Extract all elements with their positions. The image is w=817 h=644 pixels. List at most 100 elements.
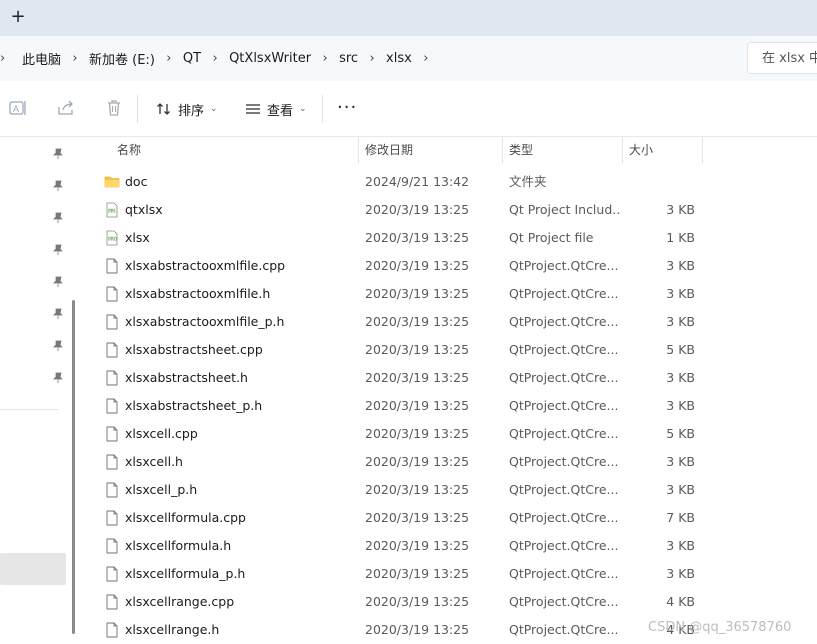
nav-divider [0, 409, 58, 410]
breadcrumb-item-qt[interactable]: QT [183, 51, 201, 66]
breadcrumb-separator[interactable]: › [61, 51, 89, 66]
file-date: 2020/3/19 13:25 [365, 594, 470, 609]
pin-icon[interactable] [52, 148, 64, 160]
breadcrumb-item-volume-e[interactable]: 新加卷 (E:) [89, 49, 155, 68]
pro-file-icon: PRO [104, 230, 120, 246]
new-tab-button[interactable]: + [8, 6, 28, 28]
pin-icon[interactable] [52, 180, 64, 192]
file-date: 2020/3/19 13:25 [365, 454, 470, 469]
column-divider[interactable] [502, 137, 503, 163]
file-type: QtProject.QtCre... [509, 482, 619, 497]
file-size: 3 KB [666, 482, 695, 497]
search-input[interactable]: 在 xlsx 中 [747, 42, 817, 74]
view-button[interactable]: 查看 ⌄ [245, 97, 307, 121]
pin-icon[interactable] [52, 372, 64, 384]
pin-icon[interactable] [52, 244, 64, 256]
view-label: 查看 [267, 103, 294, 119]
sort-button[interactable]: 排序 ⌄ [156, 97, 218, 121]
file-row[interactable]: xlsxabstractsheet.cpp 2020/3/19 13:25 QtPr… [84, 336, 817, 364]
pin-icon[interactable] [52, 212, 64, 224]
file-row[interactable]: xlsxcell.h 2020/3/19 13:25 QtProject.QtCre… [84, 448, 817, 476]
pin-icon[interactable] [52, 276, 64, 288]
rename-icon[interactable]: A [8, 98, 28, 118]
file-name: xlsxcellrange.cpp [125, 594, 235, 609]
file-name: xlsxcellformula_p.h [125, 566, 246, 581]
file-row[interactable]: xlsxcellformula.h 2020/3/19 13:25 QtProjec… [84, 532, 817, 560]
delete-icon[interactable] [104, 98, 124, 118]
file-list: ^ 名称 修改日期 类型 大小 doc 2024/9/21 13:42 文件夹 PRI… [84, 137, 817, 644]
file-type: QtProject.QtCre... [509, 370, 619, 385]
file-type: QtProject.QtCre... [509, 398, 619, 413]
file-type: QtProject.QtCre... [509, 538, 619, 553]
generic-file-icon [104, 566, 120, 582]
file-date: 2020/3/19 13:25 [365, 398, 470, 413]
share-icon[interactable] [56, 98, 76, 118]
pin-icon[interactable] [52, 308, 64, 320]
column-divider[interactable] [358, 137, 359, 163]
generic-file-icon [104, 510, 120, 526]
chevron-down-icon: ⌄ [210, 104, 218, 114]
file-size: 7 KB [666, 510, 695, 525]
breadcrumb-item-qtxlsxwriter[interactable]: QtXlsxWriter [229, 51, 311, 66]
column-divider[interactable] [702, 137, 703, 163]
file-date: 2020/3/19 13:25 [365, 314, 470, 329]
file-row[interactable]: xlsxcellrange.cpp 2020/3/19 13:25 QtProjec… [84, 588, 817, 616]
generic-file-icon [104, 258, 120, 274]
file-row[interactable]: xlsxcellformula.cpp 2020/3/19 13:25 QtProj… [84, 504, 817, 532]
command-bar: A 排序 ⌄ 查看 ⌄ ··· [0, 81, 817, 137]
sort-label: 排序 [178, 103, 205, 119]
file-name: xlsxcellformula.cpp [125, 510, 246, 525]
column-header-row: ^ 名称 修改日期 类型 大小 [84, 137, 817, 163]
svg-text:PRO: PRO [108, 236, 117, 241]
generic-file-icon [104, 622, 120, 638]
more-options-button[interactable]: ··· [337, 99, 357, 117]
column-header-date[interactable]: 修改日期 [365, 137, 413, 163]
file-row[interactable]: xlsxabstractooxmlfile.h 2020/3/19 13:25 Qt… [84, 280, 817, 308]
generic-file-icon [104, 398, 120, 414]
file-type: QtProject.QtCre... [509, 566, 619, 581]
file-row[interactable]: doc 2024/9/21 13:42 文件夹 [84, 168, 817, 196]
file-name: xlsxabstractsheet_p.h [125, 398, 263, 413]
file-row[interactable]: xlsxcell_p.h 2020/3/19 13:25 QtProject.QtC… [84, 476, 817, 504]
column-header-name[interactable]: 名称 [117, 137, 141, 163]
breadcrumb-separator[interactable]: › [201, 51, 229, 66]
file-row[interactable]: xlsxcell.cpp 2020/3/19 13:25 QtProject.QtC… [84, 420, 817, 448]
file-row[interactable]: xlsxabstractooxmlfile_p.h 2020/3/19 13:25… [84, 308, 817, 336]
generic-file-icon [104, 342, 120, 358]
file-name: xlsxabstractsheet.h [125, 370, 248, 385]
address-bar: › 此电脑 › 新加卷 (E:) › QT › QtXlsxWriter › s… [0, 36, 817, 81]
file-row[interactable]: PRO xlsx 2020/3/19 13:25 Qt Project file 1 K… [84, 224, 817, 252]
breadcrumb-separator: › [0, 51, 6, 66]
generic-file-icon [104, 482, 120, 498]
file-row[interactable]: xlsxabstractsheet_p.h 2020/3/19 13:25 QtPr… [84, 392, 817, 420]
file-name: xlsxcell.h [125, 454, 183, 469]
file-name: xlsxabstractooxmlfile.cpp [125, 258, 286, 273]
column-header-size[interactable]: 大小 [629, 137, 653, 163]
breadcrumb-separator[interactable]: › [311, 51, 339, 66]
file-name: xlsxcellformula.h [125, 538, 232, 553]
file-type: QtProject.QtCre... [509, 426, 619, 441]
breadcrumb-item-this-pc[interactable]: 此电脑 [22, 49, 61, 68]
pin-icon[interactable] [52, 340, 64, 352]
breadcrumb[interactable]: › 此电脑 › 新加卷 (E:) › QT › QtXlsxWriter › s… [0, 36, 440, 81]
folder-icon [104, 174, 120, 190]
sort-ascending-icon: ^ [230, 137, 239, 144]
nav-selected-item[interactable] [0, 553, 66, 585]
file-date: 2024/9/21 13:42 [365, 174, 470, 189]
pri-file-icon: PRI [104, 202, 120, 218]
file-row[interactable]: PRI qtxlsx 2020/3/19 13:25 Qt Project Inclu… [84, 196, 817, 224]
breadcrumb-separator[interactable]: › [412, 51, 440, 66]
file-row[interactable]: xlsxcellformula_p.h 2020/3/19 13:25 QtProj… [84, 560, 817, 588]
generic-file-icon [104, 538, 120, 554]
breadcrumb-item-xlsx[interactable]: xlsx [386, 51, 412, 66]
navigation-pane [0, 137, 72, 644]
file-row[interactable]: xlsxabstractooxmlfile.cpp 2020/3/19 13:25… [84, 252, 817, 280]
file-row[interactable]: xlsxabstractsheet.h 2020/3/19 13:25 QtProj… [84, 364, 817, 392]
breadcrumb-separator[interactable]: › [358, 51, 386, 66]
breadcrumb-separator[interactable]: › [155, 51, 183, 66]
nav-scrollbar[interactable] [72, 300, 75, 634]
breadcrumb-item-src[interactable]: src [339, 51, 358, 66]
column-header-type[interactable]: 类型 [509, 137, 533, 163]
generic-file-icon [104, 454, 120, 470]
column-divider[interactable] [622, 137, 623, 163]
